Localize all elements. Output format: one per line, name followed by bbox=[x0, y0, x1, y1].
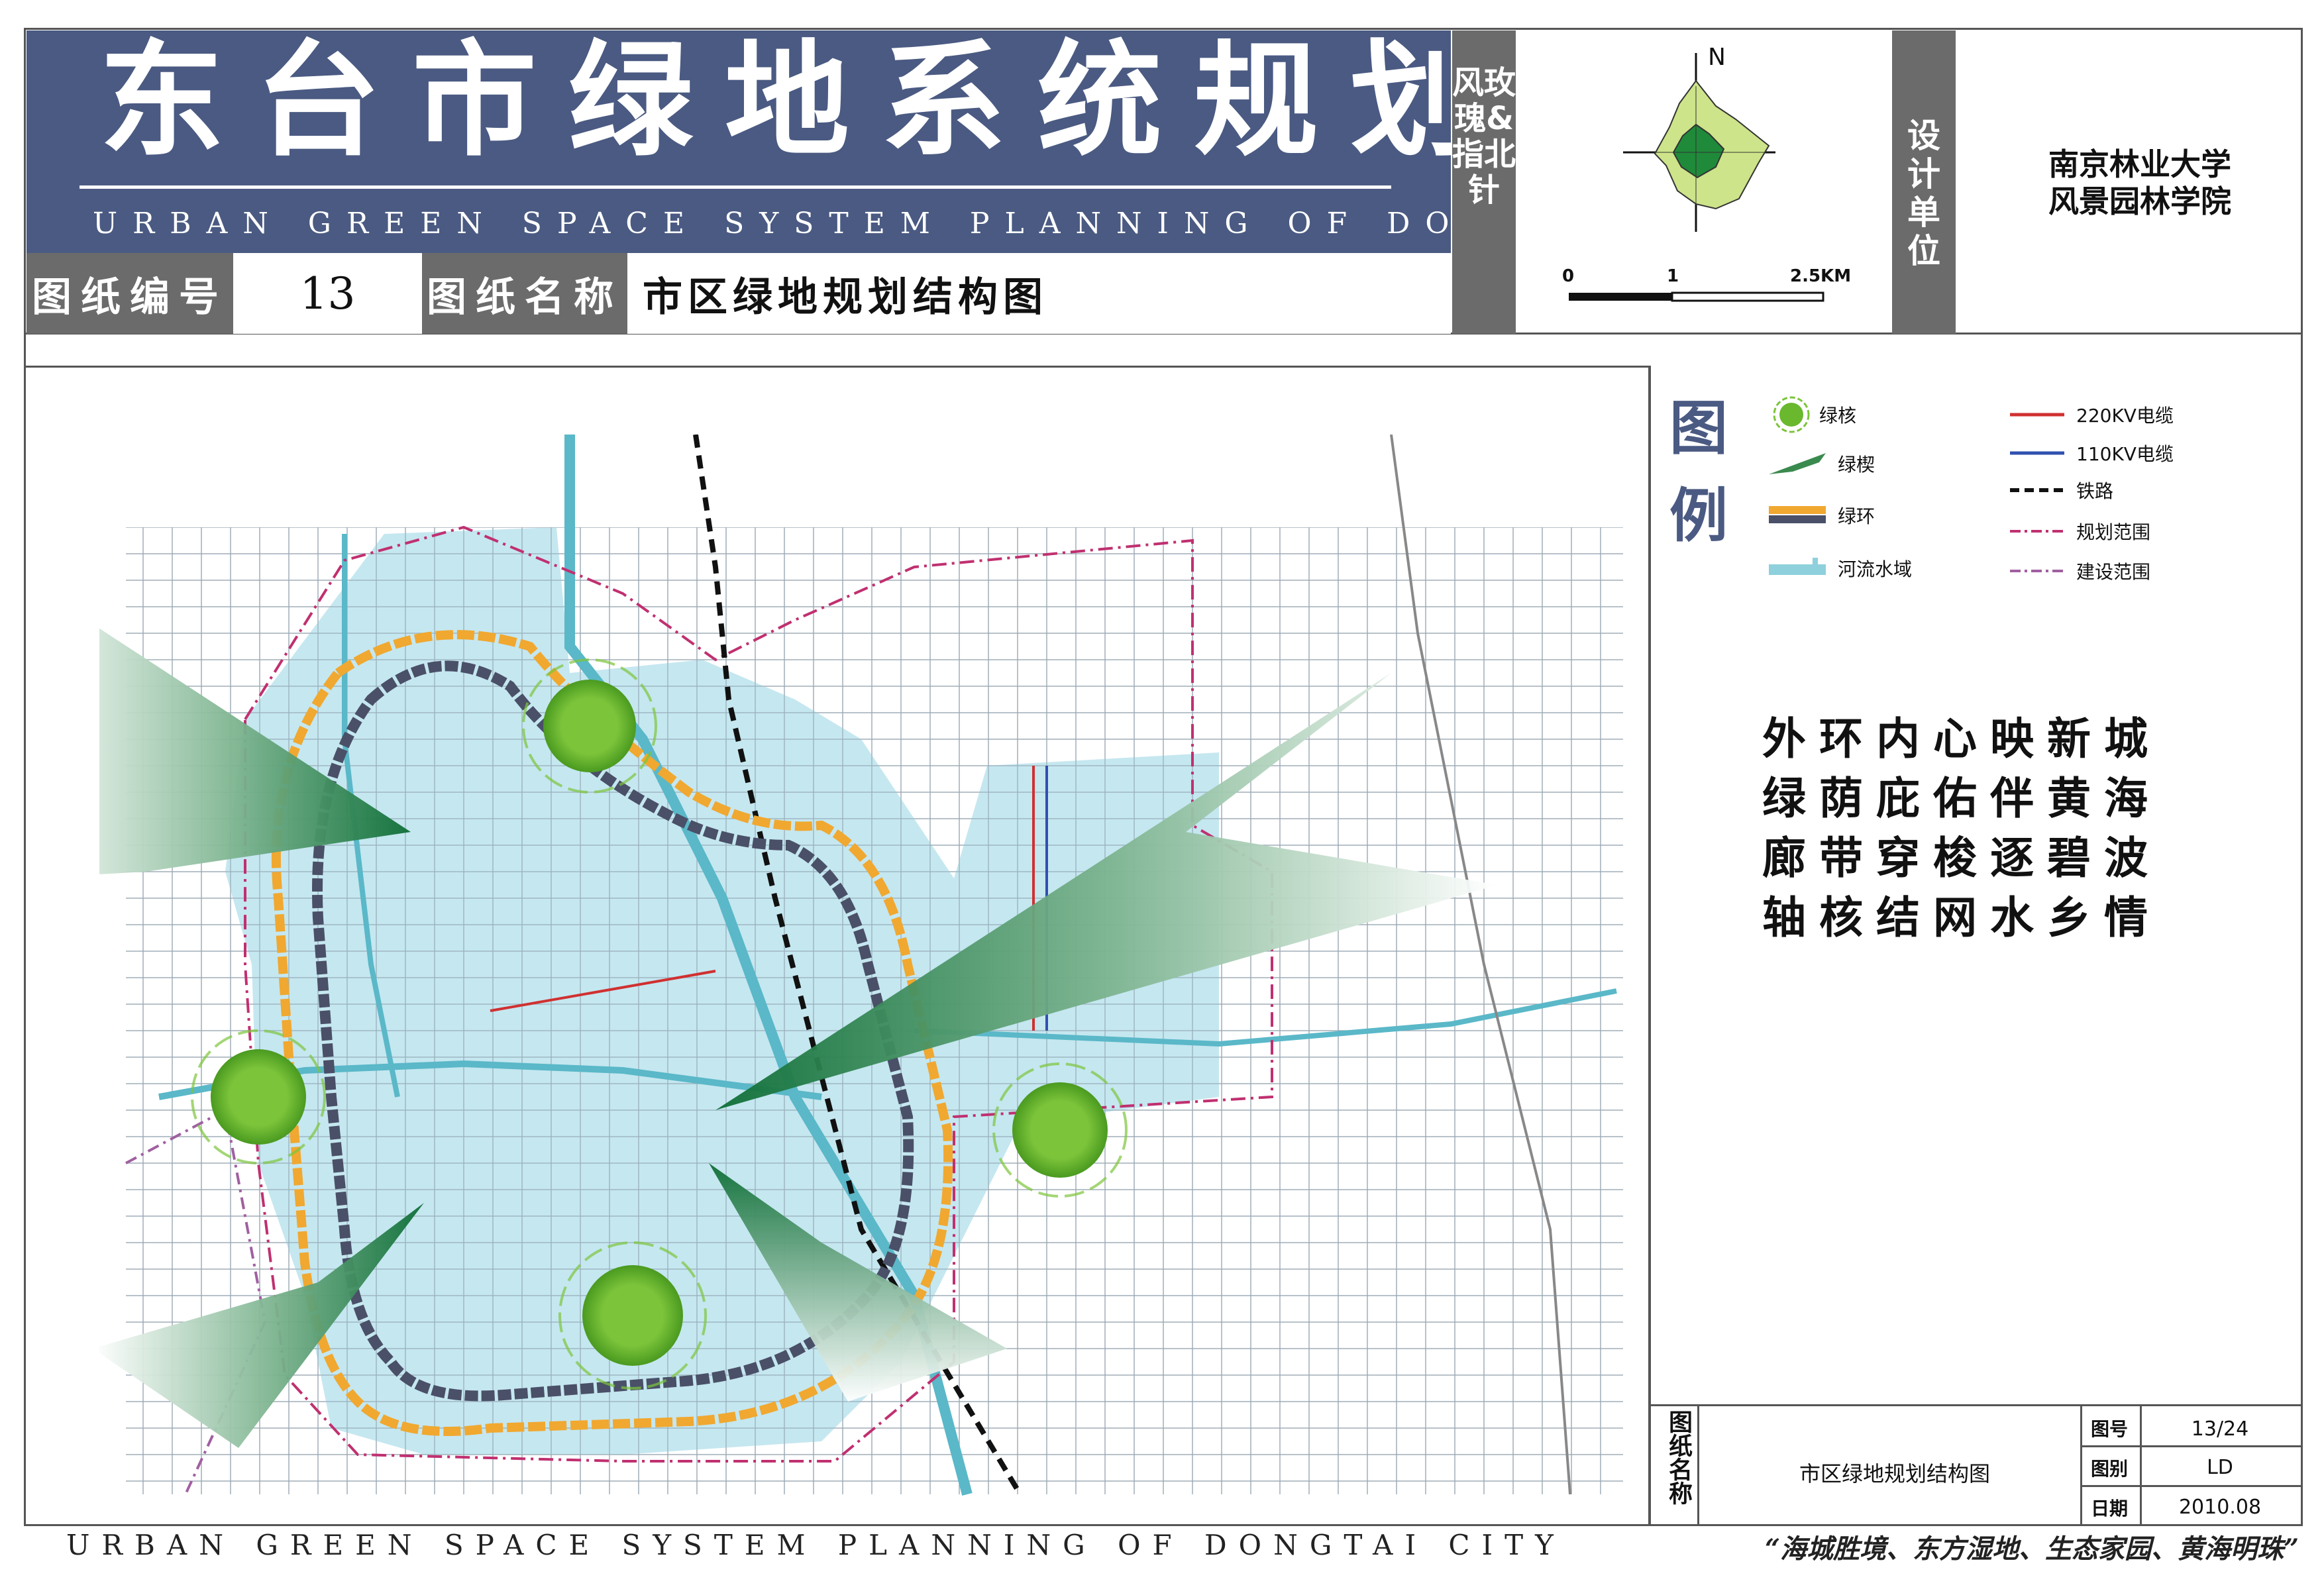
legend-item-planning-boundary: 规划范围 bbox=[2007, 518, 2150, 544]
title-block-name: 市区绿地规划结构图 bbox=[1799, 1461, 1990, 1486]
page-subtitle: URBAN GREEN SPACE SYSTEM PLANNING OF DON… bbox=[93, 207, 1798, 240]
legend-item-green-ring: 绿环 bbox=[1766, 502, 1875, 529]
scale-one: 1 bbox=[1667, 266, 1679, 286]
railway-icon bbox=[2010, 488, 2064, 492]
slogan-line: 廊带穿梭逐碧波 bbox=[1762, 832, 2161, 884]
green-space-structure-map bbox=[99, 435, 1623, 1496]
title-block-name-label: 图纸名称 bbox=[1665, 1410, 1692, 1505]
legend-heading: 图例 bbox=[1669, 393, 1728, 550]
title-block-label: 日期 bbox=[2091, 1498, 2129, 1519]
legend-item-110kv: 110KV电缆 bbox=[2007, 440, 2174, 466]
green-wedge-icon bbox=[1769, 453, 1826, 474]
legend-item-river: 河流水域 bbox=[1766, 555, 1912, 582]
scale-zero: 0 bbox=[1562, 266, 1575, 286]
design-unit: 南京林业大学 风景园林学院 bbox=[1961, 146, 2319, 225]
slogan: 外环内心映新城 绿荫庇佑伴黄海 廊带穿梭逐碧波 轴核结网水乡情 bbox=[1762, 709, 2292, 947]
legend-label: 110KV电缆 bbox=[2076, 443, 2174, 465]
title-block-value: LD bbox=[2207, 1456, 2233, 1479]
title-block-divider bbox=[1697, 1404, 1699, 1526]
legend-label: 建设范围 bbox=[2076, 561, 2151, 583]
planning-boundary-icon bbox=[2010, 530, 2064, 533]
legend-item-green-wedge: 绿楔 bbox=[1766, 450, 1875, 477]
footer-motto: “海城胜境、东方湿地、生态家园、黄海明珠” bbox=[1764, 1533, 2299, 1565]
design-unit-line-2: 风景园林学院 bbox=[2048, 183, 2231, 219]
design-unit-line-1: 南京林业大学 bbox=[2048, 146, 2231, 182]
scale-bar bbox=[1569, 291, 1824, 302]
title-block-top bbox=[1648, 1404, 2303, 1406]
title-block-divider bbox=[2140, 1404, 2142, 1526]
construction-boundary-icon bbox=[2010, 570, 2064, 572]
title-block-label: 图别 bbox=[2091, 1458, 2129, 1480]
legend-item-railway: 铁路 bbox=[2007, 477, 2113, 503]
legend-label: 220KV电缆 bbox=[2076, 405, 2174, 427]
title-block-value: 13/24 bbox=[2191, 1417, 2249, 1441]
page-title: 东台市绿地系统规划 bbox=[99, 27, 1506, 174]
legend-column-divider bbox=[1648, 366, 1650, 1526]
compass-label: 风玫瑰&指北针 bbox=[1452, 30, 1516, 334]
drawing-number: 13 bbox=[299, 268, 356, 319]
title-block-row-line bbox=[2080, 1445, 2303, 1447]
green-core-icon bbox=[1773, 396, 1810, 433]
slogan-line: 绿荫庇佑伴黄海 bbox=[1762, 772, 2161, 824]
title-block-label: 图号 bbox=[2091, 1418, 2129, 1440]
drawing-name: 市区绿地规划结构图 bbox=[643, 274, 1048, 321]
legend-label: 绿核 bbox=[1819, 405, 1857, 427]
wind-rose-icon bbox=[1623, 53, 1775, 232]
legend-item-construction-boundary: 建设范围 bbox=[2007, 558, 2150, 584]
title-block-value: 2010.08 bbox=[2178, 1496, 2262, 1519]
cable-220kv-icon bbox=[2010, 413, 2064, 417]
slogan-line: 轴核结网水乡情 bbox=[1762, 892, 2161, 943]
legend-item-green-core: 绿核 bbox=[1773, 396, 1856, 433]
legend-item-220kv: 220KV电缆 bbox=[2007, 401, 2174, 428]
river-icon bbox=[1769, 558, 1826, 575]
title-block-row-line bbox=[2080, 1485, 2303, 1487]
slogan-line: 外环内心映新城 bbox=[1762, 713, 2161, 764]
legend-label: 绿环 bbox=[1838, 505, 1875, 527]
legend-label: 绿楔 bbox=[1838, 454, 1875, 476]
design-unit-label: 设计单位 bbox=[1892, 30, 1956, 334]
scale-end: 2.5KM bbox=[1790, 266, 1852, 286]
drawing-number-label: 图纸编号 bbox=[26, 253, 233, 334]
cable-110kv-icon bbox=[2010, 451, 2064, 455]
footer-subtitle: URBAN GREEN SPACE SYSTEM PLANNING OF DON… bbox=[66, 1529, 1565, 1561]
legend-label: 规划范围 bbox=[2076, 521, 2151, 543]
legend-label: 河流水域 bbox=[1838, 558, 1913, 580]
legend-label: 铁路 bbox=[2076, 480, 2114, 502]
title-rule bbox=[79, 185, 1391, 189]
north-label: N bbox=[1708, 44, 1726, 71]
green-ring-icon bbox=[1769, 506, 1826, 523]
drawing-name-label: 图纸名称 bbox=[422, 253, 627, 334]
